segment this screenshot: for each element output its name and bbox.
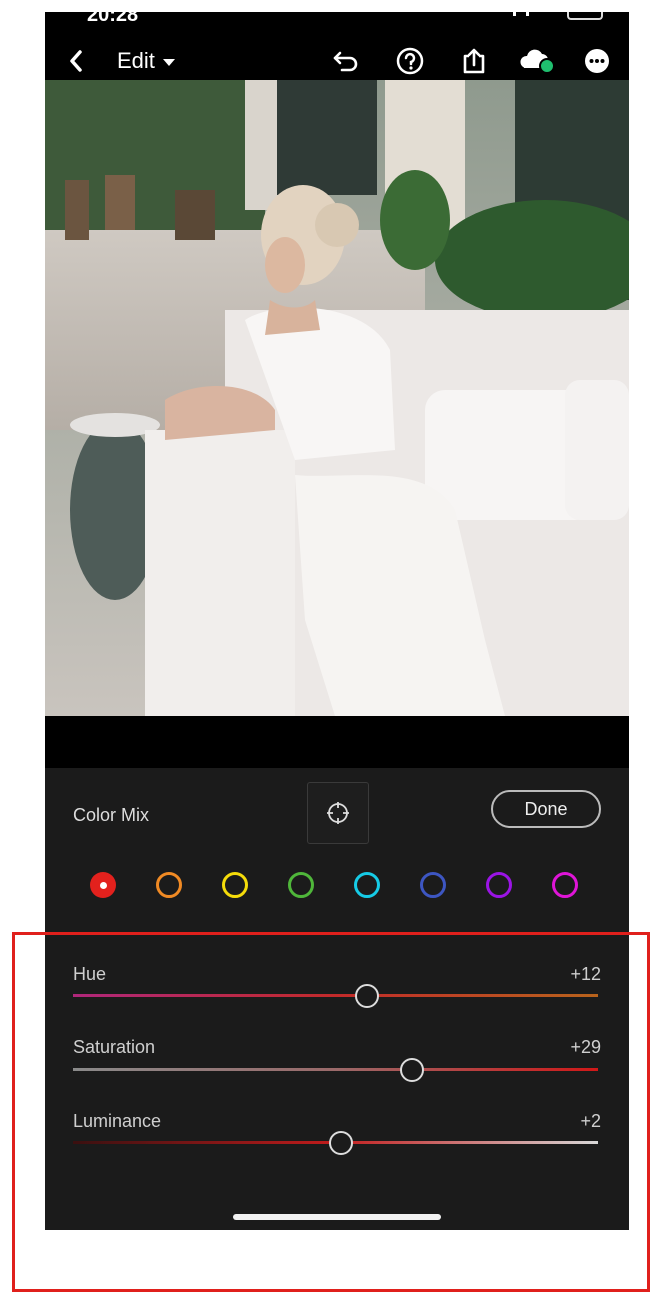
signal-icon — [513, 12, 529, 16]
more-icon — [585, 49, 609, 73]
swatch-yellow[interactable] — [222, 872, 248, 898]
swatch-green[interactable] — [288, 872, 314, 898]
back-button[interactable] — [63, 42, 89, 80]
luminance-value: +2 — [580, 1111, 601, 1131]
share-icon — [463, 48, 485, 74]
hue-label: Hue — [73, 964, 107, 984]
cloud-sync-icon — [520, 49, 555, 74]
edit-mode-label: Edit — [117, 48, 155, 73]
top-nav-bar: Edit — [45, 42, 629, 80]
status-time: 20:28 — [87, 12, 139, 26]
cloud-sync-button[interactable] — [515, 42, 561, 80]
swatch-aqua[interactable] — [354, 872, 380, 898]
hue-value: +12 — [570, 964, 601, 984]
phone-screen: 20:28 Edit Color Mix Done Hue +12 Satura… — [45, 12, 629, 1230]
panel-title: Color Mix — [73, 805, 150, 825]
status-bar: 20:28 — [45, 12, 629, 42]
edit-mode-dropdown[interactable]: Edit — [117, 42, 197, 80]
done-button[interactable]: Done — [491, 790, 601, 828]
targeted-adjustment-button[interactable] — [307, 782, 369, 844]
home-indicator — [233, 1214, 441, 1220]
undo-icon — [333, 51, 358, 72]
luminance-label: Luminance — [73, 1111, 162, 1131]
luminance-slider-thumb[interactable] — [328, 1131, 353, 1155]
photo-preview[interactable] — [45, 80, 629, 716]
color-mix-panel: Color Mix Done Hue +12 Saturation +29 Lu… — [45, 768, 629, 1230]
hue-track[interactable] — [73, 994, 598, 997]
saturation-track[interactable] — [73, 1068, 598, 1071]
hue-slider-thumb[interactable] — [355, 984, 379, 1008]
swatch-red[interactable] — [90, 872, 116, 898]
crosshair-icon — [327, 802, 349, 824]
photo-image — [45, 80, 629, 716]
undo-button[interactable] — [329, 42, 363, 80]
saturation-label: Saturation — [73, 1037, 156, 1057]
help-icon — [396, 47, 424, 75]
chevron-left-icon — [70, 50, 82, 72]
swatch-magenta[interactable] — [552, 872, 578, 898]
help-button[interactable] — [393, 42, 427, 80]
share-button[interactable] — [457, 42, 491, 80]
saturation-value: +29 — [570, 1037, 601, 1057]
swatch-purple[interactable] — [486, 872, 512, 898]
swatch-blue[interactable] — [420, 872, 446, 898]
photo-letterbox — [45, 716, 629, 768]
selected-dot-icon — [99, 881, 107, 889]
saturation-slider-thumb[interactable] — [399, 1058, 424, 1082]
more-options-button[interactable] — [581, 42, 613, 80]
caret-down-icon — [162, 59, 175, 66]
battery-icon — [567, 12, 603, 20]
swatch-orange[interactable] — [156, 872, 182, 898]
